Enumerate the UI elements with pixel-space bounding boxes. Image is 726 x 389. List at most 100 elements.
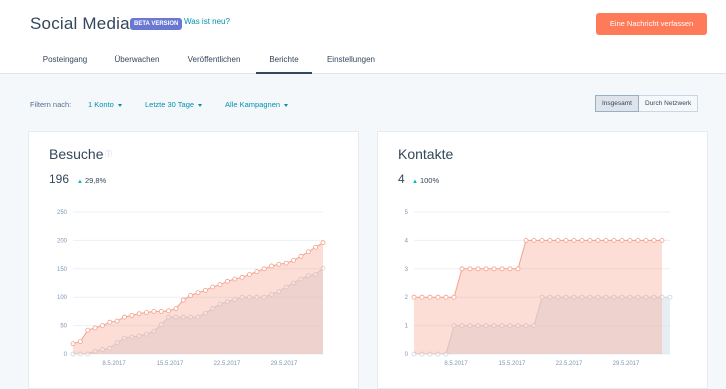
x-tick-label: 15.5.2017	[157, 361, 184, 367]
series-current-point	[313, 244, 319, 250]
y-tick-label: 5	[405, 210, 409, 216]
caret-down-icon	[284, 103, 289, 107]
tab-posteingang[interactable]: Posteingang	[34, 48, 96, 74]
series-current-point	[579, 238, 585, 243]
series-current-point	[239, 274, 245, 280]
page-title: Social Media	[30, 14, 130, 33]
series-current-point	[291, 257, 296, 263]
tab-einstellungen[interactable]: Einstellungen	[320, 48, 382, 74]
series-current-point	[627, 238, 633, 243]
series-current-point	[419, 294, 425, 300]
nav-tabs: Posteingang Überwachen Veröffentlichen B…	[0, 48, 726, 74]
date-range-label: Letzte 30 Tage	[145, 100, 195, 109]
series-current-point	[100, 323, 105, 329]
visits-chart: 0 50 100 150 200 250 8.5.2017 15.5.2017 22.5.201…	[57, 210, 326, 367]
x-tick-label: 29.5.2017	[613, 361, 640, 367]
series-current-point	[166, 308, 171, 314]
contacts-card: Kontakte 4 ▲ 100% 0 1 2 3 4 5 8.5.2017 15.5.2017…	[377, 131, 708, 389]
whats-new-link[interactable]: Was ist neu?	[184, 17, 230, 26]
series-current-point	[129, 312, 135, 318]
beta-badge: BETA VERSION	[130, 18, 183, 30]
campaign-filter-dropdown[interactable]: Alle Kampagnen	[225, 100, 289, 109]
series-current-point	[523, 238, 529, 243]
account-filter-label: 1 Konto	[88, 100, 114, 109]
series-current-point	[298, 253, 304, 259]
series-current-point	[563, 238, 569, 243]
series-current-point	[151, 308, 157, 314]
series-current-point	[225, 278, 230, 284]
app-header: Social Media BETA VERSION Was ist neu? E…	[0, 0, 726, 74]
series-current-point	[144, 310, 149, 315]
x-tick-label: 8.5.2017	[444, 361, 468, 367]
series-current-point	[107, 319, 113, 325]
tab-ueberwachen[interactable]: Überwachen	[108, 48, 166, 74]
series-current-point	[217, 282, 223, 288]
y-tick-label: 3	[405, 267, 409, 273]
series-current-point	[619, 238, 625, 243]
series-current-point	[611, 238, 617, 243]
series-current-point	[180, 297, 186, 303]
campaign-filter-label: Alle Kampagnen	[225, 100, 281, 109]
y-tick-label: 2	[405, 295, 409, 301]
series-current-point	[491, 266, 497, 272]
series-current-point	[443, 294, 449, 300]
series-current-point	[515, 266, 521, 272]
series-current-point	[555, 238, 561, 243]
series-current-point	[276, 261, 282, 267]
view-by-network-button[interactable]: Durch Netzwerk	[639, 95, 699, 112]
series-current-point	[499, 266, 505, 272]
series-current-point	[603, 238, 609, 243]
y-tick-label: 50	[60, 324, 67, 330]
series-current-point	[467, 266, 473, 272]
contacts-chart: 0 1 2 3 4 5 8.5.2017 15.5.2017 22.5.2017 29.5.201…	[405, 210, 673, 367]
series-current-point	[571, 238, 577, 243]
series-current-point	[531, 238, 537, 243]
series-current-point	[451, 294, 457, 300]
series-current-point	[85, 327, 91, 333]
series-current-point	[269, 263, 274, 269]
visits-card: Besuche ⓘ 196 ▲ 29,8% 0 50 100 150 200 250 8.5.…	[28, 131, 359, 389]
caret-down-icon	[117, 103, 122, 107]
series-current-point	[92, 325, 98, 331]
caret-down-icon	[198, 103, 203, 107]
series-current-point	[507, 266, 513, 272]
series-current-point	[261, 266, 267, 272]
compose-message-button[interactable]: Eine Nachricht verfassen	[596, 13, 707, 35]
series-current-point	[483, 266, 489, 272]
series-current-point	[247, 272, 252, 277]
series-current-point	[283, 260, 289, 266]
y-tick-label: 0	[405, 352, 409, 358]
series-current-point	[320, 240, 326, 246]
series-current-point	[595, 238, 601, 243]
series-current-point	[475, 266, 481, 272]
y-tick-label: 0	[64, 352, 68, 358]
filter-label: Filtern nach:	[30, 100, 72, 109]
series-current-point	[651, 238, 657, 243]
view-toggle: Insgesamt Durch Netzwerk	[595, 95, 699, 112]
x-tick-label: 8.5.2017	[102, 361, 126, 367]
tab-berichte[interactable]: Berichte	[256, 48, 312, 74]
series-current-point	[643, 238, 649, 243]
series-current-point	[202, 287, 208, 293]
x-tick-label: 15.5.2017	[499, 361, 526, 367]
x-tick-label: 22.5.2017	[214, 361, 241, 367]
series-current-point	[635, 238, 641, 243]
date-range-dropdown[interactable]: Letzte 30 Tage	[145, 100, 203, 109]
series-current-point	[459, 266, 465, 272]
y-tick-label: 250	[57, 210, 68, 216]
series-current-point	[232, 276, 238, 282]
series-current-point	[188, 293, 194, 298]
series-current-point	[411, 294, 417, 300]
series-current-point	[587, 238, 593, 243]
series-current-point	[122, 314, 127, 320]
series-current-point	[77, 339, 83, 344]
tab-veroeffentlichen[interactable]: Veröffentlichen	[180, 48, 248, 74]
series-current-point	[210, 284, 216, 290]
series-current-point	[539, 238, 545, 243]
series-current-point	[114, 318, 120, 324]
series-current-point	[659, 238, 665, 243]
series-current-area	[73, 242, 323, 354]
view-total-button[interactable]: Insgesamt	[595, 95, 639, 112]
y-tick-label: 4	[405, 238, 409, 244]
account-filter-dropdown[interactable]: 1 Konto	[88, 100, 122, 109]
